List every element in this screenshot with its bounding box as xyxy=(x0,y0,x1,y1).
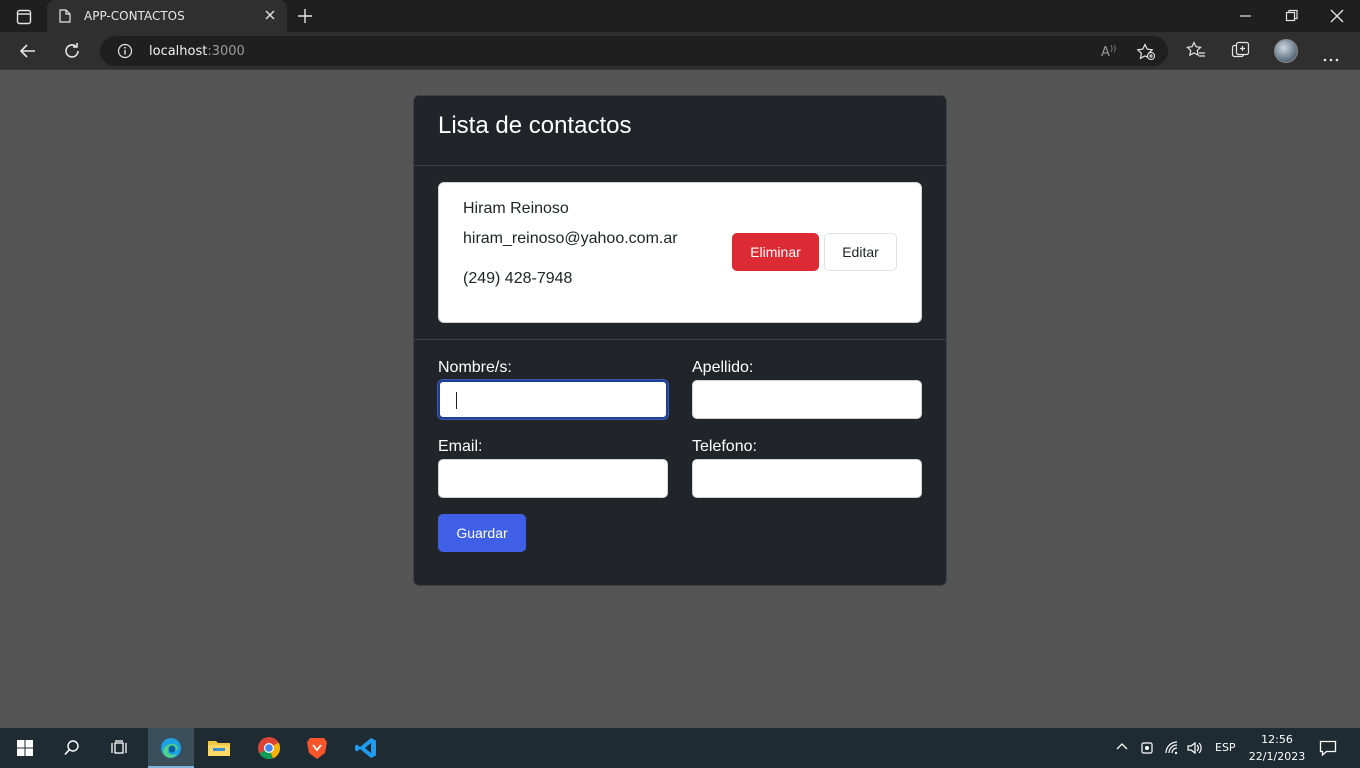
browser-tab-bar: APP-CONTACTOS xyxy=(0,0,1360,32)
url-text: localhost:3000 xyxy=(149,44,245,59)
tab-actions-icon[interactable] xyxy=(10,7,38,27)
read-aloud-icon[interactable]: A)) xyxy=(1100,43,1118,64)
vscode-icon[interactable] xyxy=(343,728,389,768)
contact-item: Hiram Reinoso hiram_reinoso@yahoo.com.ar… xyxy=(438,182,922,323)
delete-button[interactable]: Eliminar xyxy=(732,233,819,271)
close-window-icon[interactable] xyxy=(1329,8,1345,29)
start-icon[interactable] xyxy=(2,728,48,768)
section-divider xyxy=(414,339,946,340)
minimize-icon[interactable] xyxy=(1238,8,1254,29)
page-title: Lista de contactos xyxy=(438,112,632,139)
new-tab-icon[interactable] xyxy=(296,7,314,30)
contacts-card: Lista de contactos Hiram Reinoso hiram_r… xyxy=(413,95,947,586)
refresh-icon[interactable] xyxy=(62,41,82,66)
notifications-icon[interactable] xyxy=(1319,739,1337,762)
page-icon xyxy=(59,9,71,28)
email-label: Email: xyxy=(438,438,483,455)
email-input[interactable] xyxy=(438,459,668,498)
browser-tab[interactable]: APP-CONTACTOS xyxy=(47,0,287,32)
text-caret xyxy=(456,392,457,409)
first-name-label: Nombre/s: xyxy=(438,359,512,376)
system-clock[interactable]: 12:56 22/1/2023 xyxy=(1244,731,1310,765)
contact-name: Hiram Reinoso xyxy=(463,200,569,217)
last-name-label: Apellido: xyxy=(692,359,754,376)
chrome-icon[interactable] xyxy=(246,728,292,768)
svg-text:A: A xyxy=(1101,45,1110,59)
browser-toolbar: localhost:3000 A)) xyxy=(0,32,1360,70)
collections-icon[interactable] xyxy=(1231,41,1251,64)
volume-icon[interactable] xyxy=(1186,740,1204,761)
edit-button[interactable]: Editar xyxy=(824,233,897,271)
show-hidden-icons-icon[interactable] xyxy=(1115,740,1129,759)
url-port: :3000 xyxy=(207,44,245,59)
brave-icon[interactable] xyxy=(294,728,340,768)
file-explorer-icon[interactable] xyxy=(196,728,242,768)
url-host: localhost xyxy=(149,44,208,59)
windows-taskbar: ESP 12:56 22/1/2023 xyxy=(0,728,1360,768)
clock-time: 12:56 xyxy=(1261,733,1293,746)
tab-title: APP-CONTACTOS xyxy=(84,9,185,23)
site-info-icon[interactable] xyxy=(117,43,133,64)
edge-icon[interactable] xyxy=(148,728,194,768)
contact-email: hiram_reinoso@yahoo.com.ar xyxy=(463,230,678,247)
close-tab-icon[interactable] xyxy=(263,8,277,27)
phone-input[interactable] xyxy=(692,459,922,498)
wifi-icon[interactable] xyxy=(1164,740,1180,761)
back-icon[interactable] xyxy=(18,41,38,66)
phone-label: Telefono: xyxy=(692,438,757,455)
card-header: Lista de contactos xyxy=(414,96,946,166)
favorites-icon[interactable] xyxy=(1186,41,1206,64)
search-icon[interactable] xyxy=(49,728,95,768)
clock-date: 22/1/2023 xyxy=(1248,750,1306,763)
profile-avatar[interactable] xyxy=(1274,39,1298,63)
add-favorite-icon[interactable] xyxy=(1136,43,1156,66)
input-language[interactable]: ESP xyxy=(1215,741,1236,754)
first-name-input[interactable] xyxy=(438,380,668,419)
save-button[interactable]: Guardar xyxy=(438,514,526,552)
task-view-icon[interactable] xyxy=(96,728,142,768)
restore-icon[interactable] xyxy=(1284,8,1300,29)
last-name-input[interactable] xyxy=(692,380,922,419)
svg-text:)): )) xyxy=(1110,44,1116,53)
meet-now-icon[interactable] xyxy=(1140,740,1154,761)
contact-phone: (249) 428-7948 xyxy=(463,270,573,287)
address-bar[interactable]: localhost:3000 A)) xyxy=(100,36,1168,66)
more-options-icon[interactable] xyxy=(1322,49,1340,67)
